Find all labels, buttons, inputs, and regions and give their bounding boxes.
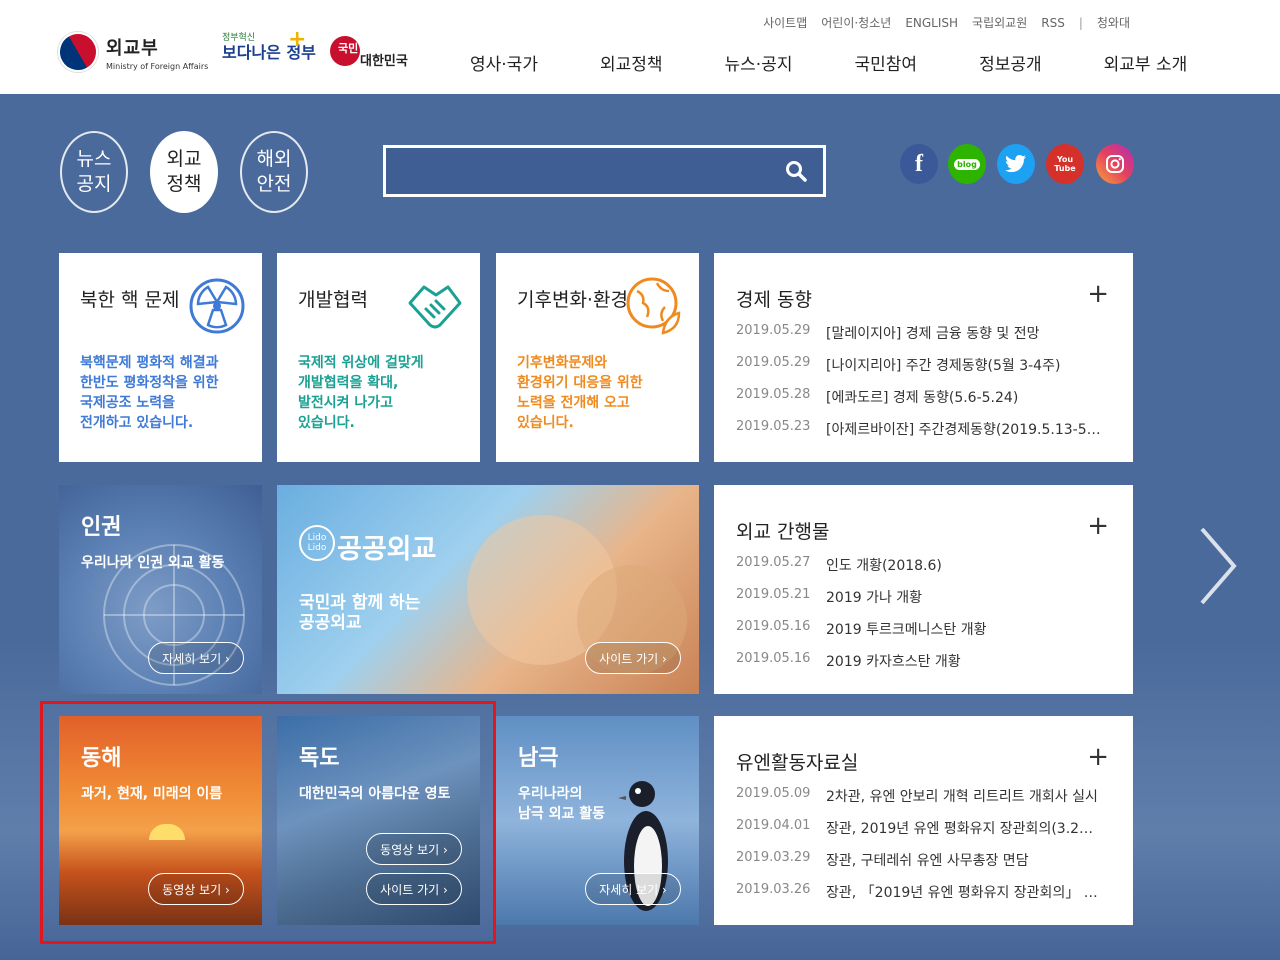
visit-site-button[interactable]: 사이트 가기 › — [585, 642, 681, 674]
youtube-icon[interactable]: You Tube — [1046, 144, 1084, 184]
list-item[interactable]: 2019.05.16 2019 카자흐스탄 개황 — [736, 651, 1116, 683]
tile-subtitle: 우리나라 인권 외교 활동 — [81, 555, 225, 571]
list-item[interactable]: 2019.05.21 2019 가나 개황 — [736, 587, 1116, 619]
card-development-cooperation[interactable]: 개발협력 국제적 위상에 걸맞게 개발협력을 확대, 발전시켜 나가고 있습니다… — [277, 253, 480, 462]
card-description: 북핵문제 평화적 해결과 한반도 평화정착을 위한 국제공조 노력을 전개하고 … — [80, 355, 219, 431]
people-nation-badge[interactable]: 국민 대한민국 — [330, 36, 440, 76]
card-title: 북한 핵 문제 — [80, 289, 180, 311]
diplomacy-logo-text: 공공외교 — [337, 534, 437, 565]
util-kids[interactable]: 어린이·청소년 — [821, 14, 891, 31]
chevron-right-icon[interactable] — [1196, 525, 1240, 607]
tile-title: 남극 — [518, 746, 559, 771]
list-item[interactable]: 2019.05.16 2019 투르크메니스탄 개황 — [736, 619, 1116, 651]
list-item[interactable]: 2019.05.27 인도 개황(2018.6) — [736, 555, 1116, 587]
publications-panel: 외교 간행물 + 2019.05.27 인도 개황(2018.6) 2019.05… — [714, 485, 1133, 694]
un-activities-panel: 유엔활동자료실 + 2019.05.09 2차관, 유엔 안보리 개혁 리트리트 … — [714, 716, 1133, 925]
highlight-box — [40, 701, 496, 944]
nav-consular[interactable]: 영사·국가 — [470, 50, 538, 75]
search-input[interactable] — [394, 156, 764, 186]
list-item[interactable]: 2019.05.09 2차관, 유엔 안보리 개혁 리트리트 개회사 실시 — [736, 786, 1116, 818]
main-navigation: 영사·국가 외교정책 뉴스·공지 국민참여 정보공개 외교부 소개 — [470, 50, 1187, 75]
tile-antarctica[interactable]: 남극 우리나라의 남극 외교 활동 자세히 보기 › — [496, 716, 699, 925]
nav-disclosure[interactable]: 정보공개 — [979, 50, 1042, 75]
panel-title: 경제 동향 — [736, 289, 812, 311]
tile-subtitle: 국민과 함께 하는 공공외교 — [299, 593, 421, 633]
list-item[interactable]: 2019.03.29 장관, 구테레쉬 유엔 사무총장 면담 — [736, 850, 1116, 882]
instagram-icon[interactable] — [1096, 144, 1134, 184]
blog-icon[interactable]: blog — [948, 144, 986, 184]
lido-logo-icon: Lido Lido — [299, 525, 335, 561]
handshake-icon — [408, 285, 462, 329]
panel-title: 외교 간행물 — [736, 521, 830, 543]
tile-public-diplomacy[interactable]: Lido Lido 공공외교 국민과 함께 하는 공공외교 사이트 가기 › — [277, 485, 699, 694]
panel-title: 유엔활동자료실 — [736, 752, 859, 774]
card-title: 기후변화·환경 — [517, 289, 628, 311]
taegeuk-emblem-icon — [50, 24, 106, 80]
tile-human-rights[interactable]: 인권 우리나라 인권 외교 활동 자세히 보기 › — [59, 485, 262, 694]
card-description: 국제적 위상에 걸맞게 개발협력을 확대, 발전시켜 나가고 있습니다. — [298, 355, 424, 431]
card-climate-environment[interactable]: 기후변화·환경 기후변화문제와 환경위기 대응을 위한 노력을 전개해 오고 있… — [496, 253, 699, 462]
logo-english: Ministry of Foreign Affairs — [106, 61, 209, 71]
details-button[interactable]: 자세히 보기 › — [148, 642, 244, 674]
util-bluehouse[interactable]: 청와대 — [1097, 14, 1130, 31]
details-button[interactable]: 자세히 보기 › — [585, 873, 681, 905]
more-plus-icon[interactable]: + — [1087, 744, 1109, 770]
list-item[interactable]: 2019.04.01 장관, 2019년 유엔 평화유지 장관회의(3.29) .… — [736, 818, 1116, 850]
util-sitemap[interactable]: 사이트맵 — [763, 14, 807, 31]
util-english[interactable]: ENGLISH — [905, 16, 958, 30]
nav-participation[interactable]: 국민참여 — [855, 50, 918, 75]
list-item[interactable]: 2019.05.23 [아제르바이잔] 주간경제동향(2019.5.13-5...… — [736, 419, 1116, 451]
search-icon[interactable] — [785, 160, 807, 182]
government-innovation-badge[interactable]: 정부혁신 보다나은 정부 + — [222, 27, 316, 61]
search-box — [383, 145, 826, 197]
twitter-icon[interactable] — [997, 144, 1035, 184]
nav-news[interactable]: 뉴스·공지 — [725, 50, 793, 75]
card-north-korea-nuclear[interactable]: 북한 핵 문제 북핵문제 평화적 해결과 한반도 평화정착을 위한 국제공조 노… — [59, 253, 262, 462]
list-item[interactable]: 2019.03.26 장관, 「2019년 유엔 평화유지 장관회의」 참석 ..… — [736, 882, 1116, 914]
more-plus-icon[interactable]: + — [1087, 513, 1109, 539]
earth-leaf-icon — [626, 277, 681, 335]
utility-links: 사이트맵 어린이·청소년 ENGLISH 국립외교원 RSS | 청와대 — [749, 14, 1130, 31]
nav-policy[interactable]: 외교정책 — [600, 50, 663, 75]
economy-news-panel: 경제 동향 + 2019.05.29 [말레이지아] 경제 금융 동향 및 전망 … — [714, 253, 1133, 462]
nav-about[interactable]: 외교부 소개 — [1104, 50, 1188, 75]
card-title: 개발협력 — [298, 289, 368, 311]
list-item[interactable]: 2019.05.29 [나이지리아] 주간 경제동향(5월 3-4주) — [736, 355, 1116, 387]
tab-policy[interactable]: 외교 정책 — [150, 131, 218, 213]
util-rss[interactable]: RSS — [1041, 16, 1065, 30]
tab-news[interactable]: 뉴스 공지 — [60, 131, 128, 213]
util-knda[interactable]: 국립외교원 — [972, 14, 1027, 31]
mofa-logo[interactable]: 외교부 Ministry of Foreign Affairs — [50, 24, 209, 80]
card-description: 기후변화문제와 환경위기 대응을 위한 노력을 전개해 오고 있습니다. — [517, 355, 643, 431]
plus-icon: + — [288, 27, 307, 52]
list-item[interactable]: 2019.05.28 [에콰도르] 경제 동향(5.6-5.24) — [736, 387, 1116, 419]
tile-title: 인권 — [81, 515, 122, 540]
tab-safety[interactable]: 해외 안전 — [240, 131, 308, 213]
radiation-icon — [189, 278, 245, 334]
list-item[interactable]: 2019.05.29 [말레이지아] 경제 금융 동향 및 전망 — [736, 323, 1116, 355]
util-separator: | — [1078, 15, 1083, 30]
tile-subtitle: 우리나라의 남극 외교 활동 — [518, 786, 606, 822]
facebook-icon[interactable]: f — [900, 144, 938, 184]
more-plus-icon[interactable]: + — [1087, 281, 1109, 307]
logo-korean: 외교부 — [106, 37, 159, 59]
site-header: 외교부 Ministry of Foreign Affairs 정부혁신 보다나… — [0, 0, 1280, 94]
